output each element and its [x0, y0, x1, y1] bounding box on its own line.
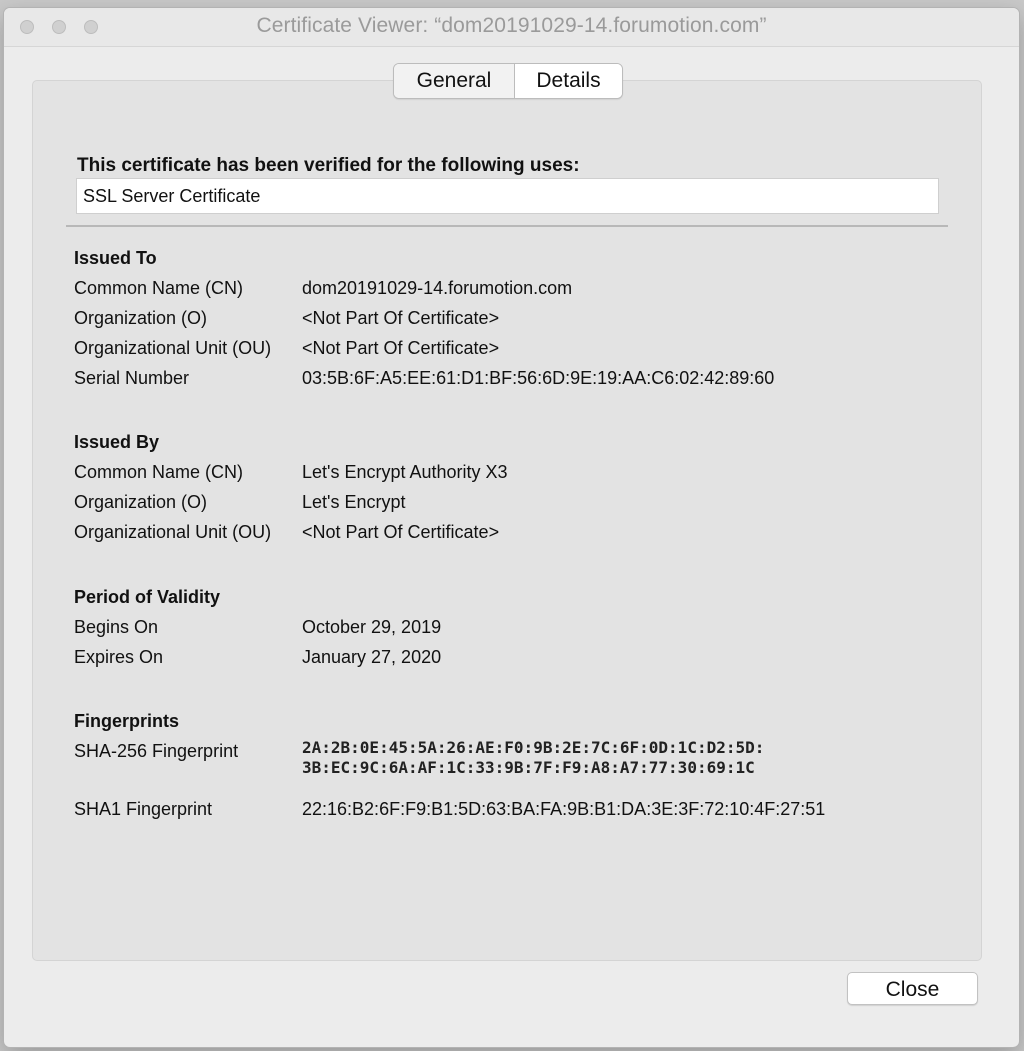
- serial-number-label: Serial Number: [74, 368, 190, 388]
- issued-by-ou-label: Organizational Unit (OU): [74, 522, 272, 542]
- sha256-label: SHA-256 Fingerprint: [74, 741, 239, 761]
- verified-uses-heading: This certificate has been verified for t…: [77, 155, 580, 176]
- close-button[interactable]: Close: [847, 972, 978, 1005]
- tab-bar: General Details: [393, 63, 623, 99]
- issued-by-heading: Issued By: [74, 432, 160, 452]
- issued-by-cn-value: Let's Encrypt Authority X3: [302, 462, 508, 482]
- verified-uses-list: SSL Server Certificate: [76, 178, 939, 214]
- sha1-label: SHA1 Fingerprint: [74, 799, 213, 819]
- tab-general[interactable]: General: [394, 64, 515, 98]
- issued-by-cn-label: Common Name (CN): [74, 462, 244, 482]
- issued-to-cn-label: Common Name (CN): [74, 278, 244, 298]
- issued-by-org-label: Organization (O): [74, 492, 208, 512]
- begins-on-label: Begins On: [74, 617, 159, 637]
- title-bar: Certificate Viewer: “dom20191029-14.foru…: [4, 8, 1019, 47]
- validity-heading: Period of Validity: [74, 587, 221, 607]
- issued-to-ou-value: <Not Part Of Certificate>: [302, 338, 500, 358]
- sha1-value: 22:16:B2:6F:F9:B1:5D:63:BA:FA:9B:B1:DA:3…: [302, 799, 826, 819]
- fingerprints-heading: Fingerprints: [74, 711, 180, 731]
- expires-on-label: Expires On: [74, 647, 164, 667]
- issued-by-ou-value: <Not Part Of Certificate>: [302, 522, 500, 542]
- section-divider: [66, 225, 948, 227]
- expires-on-value: January 27, 2020: [302, 647, 442, 667]
- begins-on-value: October 29, 2019: [302, 617, 442, 637]
- issued-to-ou-label: Organizational Unit (OU): [74, 338, 272, 358]
- issued-to-org-value: <Not Part Of Certificate>: [302, 308, 500, 328]
- issued-by-org-value: Let's Encrypt: [302, 492, 406, 512]
- window-title: Certificate Viewer: “dom20191029-14.foru…: [256, 14, 767, 37]
- tab-details[interactable]: Details: [515, 64, 622, 98]
- sha256-value-line1: 2A:2B:0E:45:5A:26:AE:F0:9B:2E:7C:6F:0D:1…: [302, 738, 765, 757]
- issued-to-org-label: Organization (O): [74, 308, 208, 328]
- serial-number-value: 03:5B:6F:A5:EE:61:D1:BF:56:6D:9E:19:AA:C…: [302, 368, 775, 388]
- issued-to-heading: Issued To: [74, 248, 157, 268]
- issued-to-cn-value: dom20191029-14.forumotion.com: [302, 278, 573, 298]
- sha256-value-line2: 3B:EC:9C:6A:AF:1C:33:9B:7F:F9:A8:A7:77:3…: [302, 758, 755, 777]
